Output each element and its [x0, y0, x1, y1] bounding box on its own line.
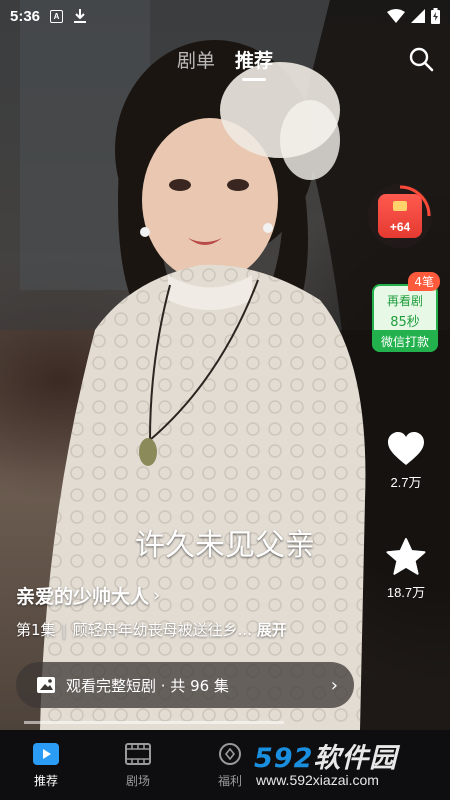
play-icon	[33, 743, 59, 765]
watch-full-drama-button[interactable]: 观看完整短剧 · 共 96 集 ›	[16, 662, 354, 708]
drama-title: 亲爱的少帅大人	[16, 586, 150, 608]
divider: |	[61, 621, 67, 639]
expand-button[interactable]: 展开	[257, 621, 287, 639]
countdown-label: 85秒	[390, 315, 420, 330]
chevron-right-icon: ›	[153, 585, 161, 606]
top-tabs: 剧单 推荐	[0, 46, 450, 81]
video-subtitle: 许久未见父亲	[135, 528, 315, 563]
download-icon	[74, 9, 87, 23]
nav-label: 福利	[217, 774, 242, 788]
tab-recommended[interactable]: 推荐	[235, 46, 273, 81]
synopsis-text: 顾轻舟年幼丧母被送往乡...	[72, 621, 252, 639]
nav-theater[interactable]: 剧场	[92, 730, 184, 800]
watermark-url: www.592xiazai.com	[256, 772, 379, 788]
app-notification-icon: A	[50, 9, 64, 23]
watermark-text: 软件园	[313, 743, 398, 774]
status-time: 5:36	[10, 7, 41, 25]
like-count: 2.7万	[390, 475, 422, 490]
tab-playlist[interactable]: 剧单	[177, 46, 215, 81]
coin-icon	[219, 743, 241, 765]
episode-number: 第1集	[16, 621, 56, 639]
watermark-logo: 592软件园	[254, 736, 397, 775]
status-bar: 5:36 A	[0, 0, 450, 32]
chevron-right-icon: ›	[330, 674, 338, 696]
search-icon[interactable]	[408, 46, 434, 72]
favorite-count: 18.7万	[386, 585, 426, 600]
watermark: 592软件园 www.592xiazai.com	[248, 732, 450, 800]
battery-icon	[431, 8, 440, 24]
nav-label: 推荐	[33, 774, 58, 788]
drama-title-link[interactable]: 亲爱的少帅大人 ›	[16, 582, 160, 609]
like-button[interactable]: 2.7万	[376, 432, 436, 491]
wechat-payout-card[interactable]: 4笔 再看剧 85秒 微信打款	[372, 272, 440, 352]
red-packet-amount: +64	[389, 220, 411, 234]
nav-recommended[interactable]: 推荐	[0, 730, 92, 800]
wifi-icon	[387, 9, 405, 23]
film-icon	[125, 743, 151, 765]
nav-label: 剧场	[125, 774, 150, 788]
episode-synopsis: 第1集 | 顾轻舟年幼丧母被送往乡... 展开	[16, 619, 336, 640]
watch-more-label: 再看剧	[386, 294, 423, 308]
red-envelope-icon: +64	[378, 194, 422, 238]
watch-full-label: 观看完整短剧 · 共 96 集	[66, 676, 229, 695]
video-progress-bar[interactable]	[24, 721, 284, 724]
heart-icon	[388, 432, 424, 465]
watermark-digits: 592	[254, 743, 314, 774]
envelope-seal-icon	[393, 201, 407, 211]
red-packet-button[interactable]: +64	[368, 184, 432, 248]
signal-icon	[411, 9, 425, 23]
payout-count-badge: 4笔	[408, 272, 440, 291]
drama-collection-icon	[37, 677, 55, 693]
wechat-payout-label: 微信打款	[372, 330, 438, 352]
